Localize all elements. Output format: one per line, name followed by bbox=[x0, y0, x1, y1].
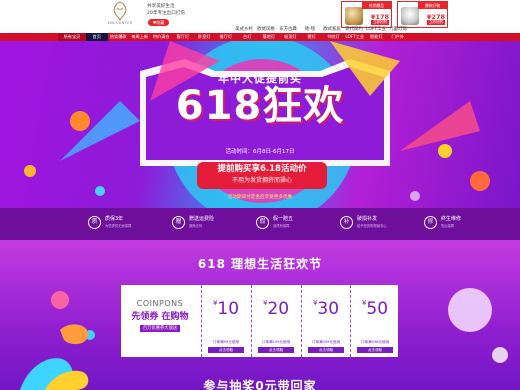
guarantee-desc: 售后保障 bbox=[441, 224, 455, 228]
claim-coupon-button[interactable]: 点击领取 bbox=[208, 347, 244, 353]
category-link[interactable]: 欧式家居 bbox=[321, 26, 343, 32]
style-category-row: 美式乡村 欧式风格 东方古典 地·毯 欧式家居 现代简约 LOFT工业 儿童灯饰 bbox=[233, 26, 409, 32]
nav-item[interactable]: 门户外 bbox=[387, 33, 409, 41]
guarantee-title: 质保3年 bbox=[105, 216, 124, 222]
promo-buy-button-1[interactable]: 立即抢购 bbox=[371, 20, 389, 25]
guarantee-item: 修 终生维修 售后保障 bbox=[424, 214, 484, 236]
category-link[interactable]: 东方古典 bbox=[277, 26, 299, 32]
gift-icon: 赠 bbox=[172, 216, 185, 229]
guarantee-desc: 品质有保障 bbox=[273, 224, 290, 228]
category-link[interactable]: 欧式风格 bbox=[255, 26, 277, 32]
category-link[interactable]: 美式乡村 bbox=[233, 26, 255, 32]
repair-icon: 修 bbox=[424, 216, 437, 229]
promo-title-2: 爆款好物 bbox=[418, 2, 447, 9]
banner-promo-box[interactable]: 提前购买享6.18活动价 不用为发货拥挤而操心 bbox=[197, 162, 327, 189]
shop-nav-bar: 所有宝贝 首页 热卖爆款 每周上新 特价清仓 客厅灯 卧室灯 餐厅灯 台灯 落地… bbox=[0, 33, 520, 41]
fake-compensation-icon: 假 bbox=[256, 216, 269, 229]
coupon-amount: 10 bbox=[217, 299, 240, 319]
shop-logo[interactable]: ENCOUNTER bbox=[100, 1, 140, 29]
coupon-card[interactable]: ¥30 订单满399元使用 点击领取 bbox=[301, 285, 349, 357]
guarantee-strip: 质 质保3年 为您提供无忧保障 赠 赠送运费险 退换无忧 假 假一赔五 品质有保… bbox=[0, 208, 520, 240]
brand-line-2: 20年专注出口打伤 bbox=[147, 10, 186, 16]
coupon-condition: 订单满199元使用 bbox=[261, 340, 291, 344]
banner-note: 活动期间付定金后享受更多优惠 bbox=[227, 195, 293, 200]
coupon-condition: 订单满99元使用 bbox=[212, 340, 240, 344]
promo-card-2[interactable]: 爆款好物 ¥278 立即抢购 bbox=[397, 1, 448, 28]
banner-promo-line-1: 提前购买享6.18活动价 bbox=[217, 164, 307, 174]
section-title: 618 理想生活狂欢节 bbox=[197, 257, 323, 271]
promo-card-1[interactable]: 热销爆品 ¥178 立即抢购 bbox=[341, 1, 392, 28]
coupon-card[interactable]: ¥20 订单满199元使用 点击领取 bbox=[251, 285, 299, 357]
coupon-condition: 订单满399元使用 bbox=[311, 340, 341, 344]
guarantee-item: 假 假一赔五 品质有保障 bbox=[256, 214, 316, 236]
guarantee-item: 赠 赠送运费险 退换无忧 bbox=[172, 214, 232, 236]
coupon-amount: 30 bbox=[317, 299, 340, 319]
nav-item[interactable]: 热卖爆款 bbox=[108, 33, 130, 41]
coupon-intro-cn: 先领券 在购物 bbox=[131, 312, 189, 322]
coupon-intro-tag: 百万优惠券大放送 bbox=[139, 325, 181, 332]
replacement-icon: 补 bbox=[340, 216, 353, 229]
nav-item[interactable]: 餐厅灯 bbox=[215, 33, 237, 41]
coupon-card[interactable]: ¥10 订单满99元使用 点击领取 bbox=[201, 285, 249, 357]
guarantee-desc: 给予您的购物最安心 bbox=[357, 224, 387, 228]
category-link[interactable]: 现代简约 bbox=[343, 26, 365, 32]
nav-item[interactable]: 每周上新 bbox=[129, 33, 151, 41]
category-link[interactable]: 儿童灯饰 bbox=[387, 26, 409, 32]
nav-item[interactable]: 卧室灯 bbox=[194, 33, 216, 41]
coupon-intro-en: COINPONS bbox=[136, 299, 184, 308]
coupon-amount: 50 bbox=[366, 299, 389, 319]
promo-lamp-image-1 bbox=[345, 7, 363, 25]
guarantee-item: 质 质保3年 为您提供无忧保障 bbox=[88, 214, 148, 236]
claim-coupon-button[interactable]: 点击领取 bbox=[357, 347, 393, 353]
coupon-value: ¥30 bbox=[302, 299, 350, 319]
promo-buy-button-2[interactable]: 立即抢购 bbox=[427, 20, 445, 25]
brand-slogan: 共享美好生活 20年专注出口打伤 bbox=[147, 4, 185, 17]
nav-item[interactable]: 落地灯 bbox=[258, 33, 280, 41]
favorite-label: 收藏 bbox=[156, 20, 165, 25]
promo-title-1: 热销爆品 bbox=[362, 2, 391, 9]
coupon-intro: COINPONS 先领券 在购物 百万优惠券大放送 bbox=[121, 285, 199, 357]
quality-icon: 质 bbox=[88, 216, 101, 229]
guarantee-desc: 为您提供无忧保障 bbox=[105, 224, 132, 228]
coupon-amount: 20 bbox=[267, 299, 290, 319]
nav-item[interactable]: 客厅灯 bbox=[172, 33, 194, 41]
coupon-condition: 订单满598元使用 bbox=[360, 340, 390, 344]
nav-item[interactable]: LOFT工业 bbox=[344, 33, 366, 41]
claim-coupon-button[interactable]: 点击领取 bbox=[308, 347, 344, 353]
claim-coupon-button[interactable]: 点击领取 bbox=[258, 347, 294, 353]
category-link[interactable]: LOFT工业 bbox=[365, 26, 387, 32]
guarantee-desc: 退换无忧 bbox=[189, 224, 203, 228]
nav-item[interactable]: 台灯 bbox=[237, 33, 259, 41]
promo-lamp-image-2 bbox=[401, 7, 419, 25]
shop-header: ENCOUNTER 共享美好生活 20年专注出口打伤 ♥收藏 热销爆品 ¥178… bbox=[0, 0, 520, 32]
nav-item[interactable]: 智能灯 bbox=[366, 33, 388, 41]
category-link[interactable]: 地·毯 bbox=[299, 26, 321, 32]
coupon-panel: COINPONS 先领券 在购物 百万优惠券大放送 ¥10 订单满99元使用 点… bbox=[121, 285, 398, 357]
banner-date: 活动时间：6月8日-6月17日 bbox=[225, 149, 295, 155]
nav-all-products[interactable]: 所有宝贝 bbox=[58, 33, 86, 41]
lamp-logo-icon bbox=[113, 1, 127, 21]
guarantee-title: 终生维修 bbox=[441, 216, 462, 222]
banner-headline: 618狂欢 bbox=[175, 83, 345, 129]
logo-text: ENCOUNTER bbox=[107, 21, 133, 25]
guarantee-title: 赠送运费险 bbox=[189, 216, 215, 222]
nav-item[interactable]: 吸顶灯 bbox=[280, 33, 302, 41]
nav-item[interactable]: 特价清仓 bbox=[151, 33, 173, 41]
guarantee-item: 补 破损补发 给予您的购物最安心 bbox=[340, 214, 400, 236]
nav-item-home[interactable]: 首页 bbox=[86, 33, 108, 41]
coupon-card[interactable]: ¥50 订单满598元使用 点击领取 bbox=[350, 285, 398, 357]
nav-item[interactable]: 壁灯 bbox=[301, 33, 323, 41]
coupon-value: ¥10 bbox=[202, 299, 250, 319]
banner-promo-line-2: 不用为发货拥挤而操心 bbox=[231, 177, 292, 184]
nav-item[interactable]: 书房灯 bbox=[323, 33, 345, 41]
guarantee-title: 破损补发 bbox=[357, 216, 378, 222]
guarantee-title: 假一赔五 bbox=[273, 216, 294, 222]
coupon-value: ¥50 bbox=[351, 299, 399, 319]
favorite-shop-button[interactable]: ♥收藏 bbox=[148, 19, 169, 26]
lottery-section-title: 参与抽奖0元带回家 bbox=[203, 379, 317, 390]
coupon-value: ¥20 bbox=[252, 299, 300, 319]
